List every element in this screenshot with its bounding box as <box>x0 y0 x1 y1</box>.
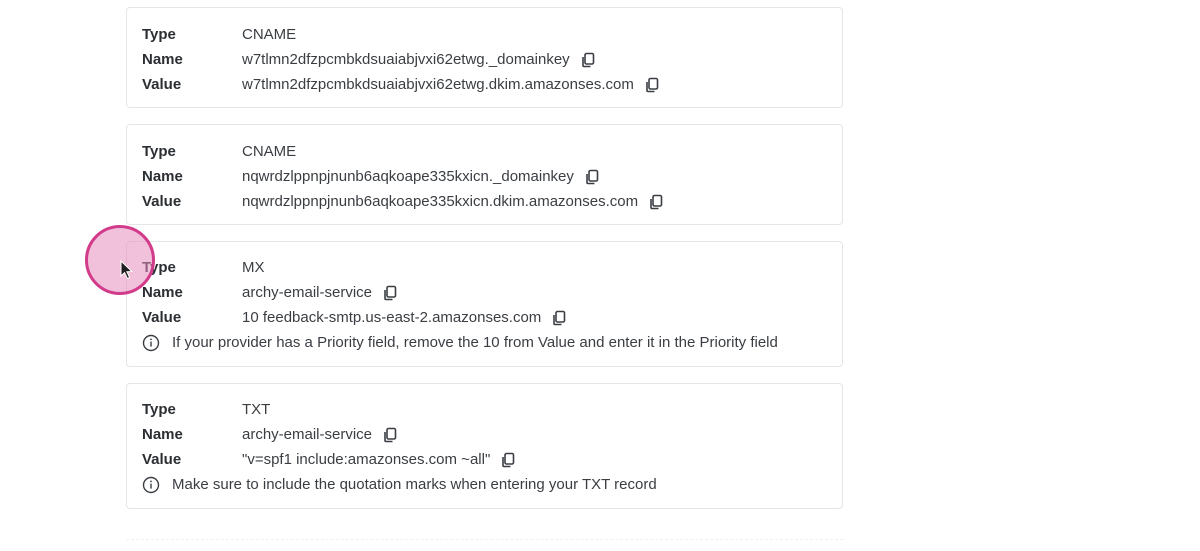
record-value-row: Value w7tlmn2dfzpcmbkdsuaiabjvxi62etwg.d… <box>142 72 661 97</box>
record-name-row: Name nqwrdzlppnpjnunb6aqkoape335kxicn._d… <box>142 164 601 189</box>
copy-icon[interactable] <box>381 284 399 302</box>
record-type-value: TXT <box>242 401 271 418</box>
record-value-row: Value "v=spf1 include:amazonses.com ~all… <box>142 447 517 472</box>
record-name-value[interactable]: w7tlmn2dfzpcmbkdsuaiabjvxi62etwg._domain… <box>242 51 570 68</box>
copy-icon[interactable] <box>381 426 399 444</box>
record-note: If your provider has a Priority field, r… <box>142 330 778 355</box>
record-name-row: Name archy-email-service <box>142 280 399 305</box>
record-value-row: Value nqwrdzlppnpjnunb6aqkoape335kxicn.d… <box>142 189 665 214</box>
record-value-value[interactable]: 10 feedback-smtp.us-east-2.amazonses.com <box>242 309 541 326</box>
dns-records-page: Type CNAME Name w7tlmn2dfzpcmbkdsuaiabjv… <box>0 0 1200 551</box>
copy-icon[interactable] <box>583 168 601 186</box>
record-type-row: Type CNAME <box>142 22 296 47</box>
note-text: If your provider has a Priority field, r… <box>172 334 778 351</box>
type-label: Type <box>142 401 176 418</box>
dns-record-card: Type TXT Name archy-email-service Value … <box>126 383 843 509</box>
copy-icon[interactable] <box>647 193 665 211</box>
record-name-row: Name w7tlmn2dfzpcmbkdsuaiabjvxi62etwg._d… <box>142 47 597 72</box>
note-text: Make sure to include the quotation marks… <box>172 476 657 493</box>
record-type-value: CNAME <box>242 26 297 43</box>
type-label: Type <box>142 26 176 43</box>
name-label: Name <box>142 284 183 301</box>
copy-icon[interactable] <box>579 51 597 69</box>
record-type-row: Type CNAME <box>142 139 296 164</box>
name-label: Name <box>142 426 183 443</box>
dns-record-card: Type MX Name archy-email-service Value 1… <box>126 241 843 367</box>
record-value-row: Value 10 feedback-smtp.us-east-2.amazons… <box>142 305 568 330</box>
value-label: Value <box>142 309 182 326</box>
info-icon <box>142 334 160 352</box>
name-label: Name <box>142 51 183 68</box>
dns-record-card: Type CNAME Name w7tlmn2dfzpcmbkdsuaiabjv… <box>126 7 843 108</box>
record-type-row: Type MX <box>142 255 265 280</box>
record-name-value[interactable]: archy-email-service <box>242 284 372 301</box>
record-type-value: MX <box>242 259 265 276</box>
type-label: Type <box>142 143 176 160</box>
name-label: Name <box>142 168 183 185</box>
record-type-row: Type TXT <box>142 397 270 422</box>
type-label: Type <box>142 259 176 276</box>
record-name-value[interactable]: nqwrdzlppnpjnunb6aqkoape335kxicn._domain… <box>242 168 574 185</box>
info-icon <box>142 476 160 494</box>
record-value-value[interactable]: w7tlmn2dfzpcmbkdsuaiabjvxi62etwg.dkim.am… <box>242 76 634 93</box>
section-divider <box>126 539 843 540</box>
record-name-row: Name archy-email-service <box>142 422 399 447</box>
value-label: Value <box>142 76 182 93</box>
record-value-value[interactable]: "v=spf1 include:amazonses.com ~all" <box>242 451 490 468</box>
record-value-value[interactable]: nqwrdzlppnpjnunb6aqkoape335kxicn.dkim.am… <box>242 193 638 210</box>
copy-icon[interactable] <box>550 309 568 327</box>
record-note: Make sure to include the quotation marks… <box>142 472 657 497</box>
value-label: Value <box>142 451 182 468</box>
copy-icon[interactable] <box>643 76 661 94</box>
copy-icon[interactable] <box>499 451 517 469</box>
dns-record-card: Type CNAME Name nqwrdzlppnpjnunb6aqkoape… <box>126 124 843 225</box>
record-type-value: CNAME <box>242 143 297 160</box>
record-name-value[interactable]: archy-email-service <box>242 426 372 443</box>
value-label: Value <box>142 193 182 210</box>
